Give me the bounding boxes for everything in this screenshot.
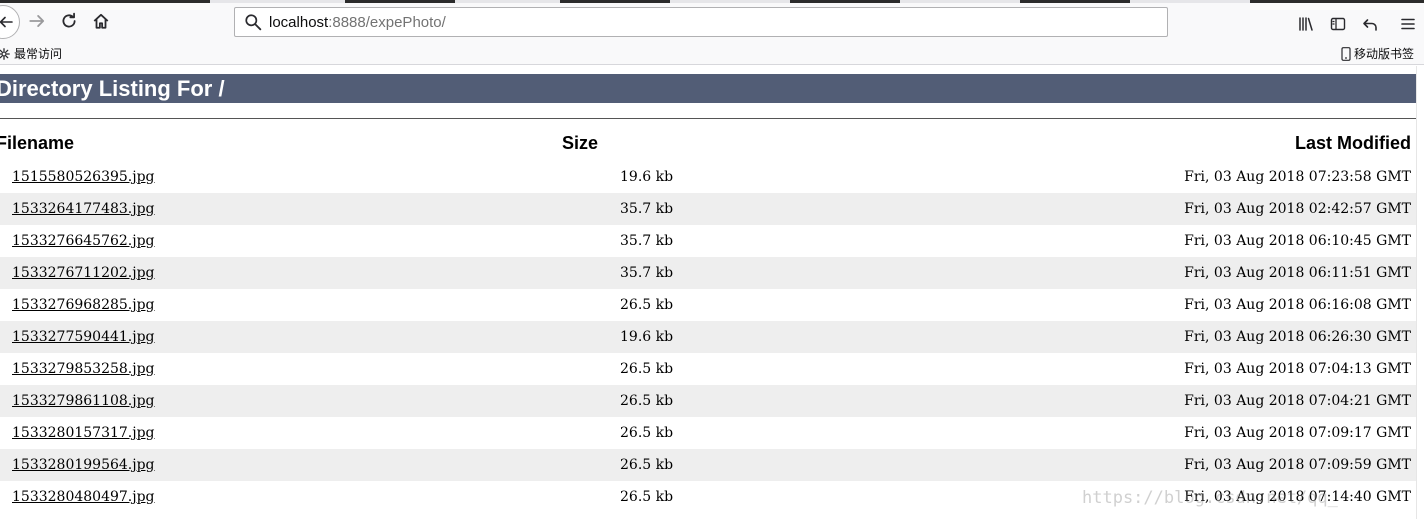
navigation-toolbar: localhost:8888/expePhoto/ [0,3,1424,41]
sidebar-button[interactable] [1326,12,1350,36]
menu-button[interactable] [1396,12,1420,36]
file-modified: Fri, 03 Aug 2018 06:10:45 GMT [1184,233,1411,249]
mobile-bookmarks[interactable]: 移动版书签 [1341,45,1414,62]
column-header-last-modified: Last Modified [1295,133,1411,153]
forward-arrow-icon [28,12,46,30]
table-row: 1533276645762.jpg 35.7 kb Fri, 03 Aug 20… [0,225,1416,257]
table-row: 1533280199564.jpg 26.5 kb Fri, 03 Aug 20… [0,449,1416,481]
column-header-filename: Filename [0,133,75,153]
back-arrow-icon [0,14,14,30]
file-size: 26.5 kb [620,425,674,441]
bookmark-most-visited[interactable]: 最常访问 [0,45,62,62]
file-link[interactable]: 1533276711202.jpg [12,265,155,281]
home-icon [92,12,110,30]
table-row: 1515580526395.jpg 19.6 kb Fri, 03 Aug 20… [0,161,1416,193]
table-row: 1533279853258.jpg 26.5 kb Fri, 03 Aug 20… [0,353,1416,385]
back-button[interactable] [0,5,20,39]
table-row: 1533264177483.jpg 35.7 kb Fri, 03 Aug 20… [0,193,1416,225]
file-link[interactable]: 1533280157317.jpg [12,425,155,441]
mobile-phone-icon [1341,46,1351,61]
file-modified: Fri, 03 Aug 2018 02:42:57 GMT [1184,201,1411,217]
undo-icon [1362,16,1378,32]
horizontal-rule [0,118,1416,119]
file-size: 35.7 kb [620,265,674,281]
gear-icon [0,47,10,60]
file-modified: Fri, 03 Aug 2018 06:11:51 GMT [1184,265,1411,281]
table-row: 1533280157317.jpg 26.5 kb Fri, 03 Aug 20… [0,417,1416,449]
forward-button[interactable] [24,8,50,34]
file-size: 26.5 kb [620,361,674,377]
file-list: 1515580526395.jpg 19.6 kb Fri, 03 Aug 20… [0,161,1416,513]
bookmarks-toolbar: 最常访问 移动版书签 [0,41,1424,65]
browser-window: localhost:8888/expePhoto/ 最常访问 移动版书签 Dir… [0,0,1424,519]
file-modified: Fri, 03 Aug 2018 07:14:40 GMT [1184,489,1411,505]
file-modified: Fri, 03 Aug 2018 07:09:59 GMT [1184,457,1411,473]
table-row: 1533277590441.jpg 19.6 kb Fri, 03 Aug 20… [0,321,1416,353]
file-modified: Fri, 03 Aug 2018 07:04:13 GMT [1184,361,1411,377]
file-modified: Fri, 03 Aug 2018 07:09:17 GMT [1184,425,1411,441]
url-text[interactable]: localhost:8888/expePhoto/ [269,14,446,31]
reload-icon [60,12,78,30]
file-link[interactable]: 1533277590441.jpg [12,329,155,345]
column-header-size: Size [562,133,599,153]
search-icon [244,13,262,31]
file-size: 26.5 kb [620,457,674,473]
hamburger-menu-icon [1400,16,1416,32]
file-size: 26.5 kb [620,489,674,505]
file-modified: Fri, 03 Aug 2018 06:16:08 GMT [1184,297,1411,313]
file-size: 26.5 kb [620,297,674,313]
bookmark-most-visited-label: 最常访问 [14,47,63,61]
url-host: localhost [269,13,329,31]
file-link[interactable]: 1515580526395.jpg [12,169,155,185]
home-button[interactable] [88,8,114,34]
table-row: 1533279861108.jpg 26.5 kb Fri, 03 Aug 20… [0,385,1416,417]
file-link[interactable]: 1533280199564.jpg [12,457,155,473]
file-size: 35.7 kb [620,233,674,249]
file-modified: Fri, 03 Aug 2018 06:26:30 GMT [1184,329,1411,345]
page-title: Directory Listing For / [0,74,1416,103]
table-row: 1533276968285.jpg 26.5 kb Fri, 03 Aug 20… [0,289,1416,321]
file-link[interactable]: 1533279853258.jpg [12,361,155,377]
table-row: 1533276711202.jpg 35.7 kb Fri, 03 Aug 20… [0,257,1416,289]
file-modified: Fri, 03 Aug 2018 07:04:21 GMT [1184,393,1411,409]
address-bar[interactable]: localhost:8888/expePhoto/ [234,7,1168,37]
file-link[interactable]: 1533276645762.jpg [12,233,155,249]
toolbar-right [1284,6,1424,44]
file-link[interactable]: 1533264177483.jpg [12,201,155,217]
file-link[interactable]: 1533279861108.jpg [12,393,155,409]
file-size: 19.6 kb [620,329,674,345]
sidebar-icon [1330,16,1346,32]
library-button[interactable] [1294,12,1318,36]
mobile-bookmarks-label: 移动版书签 [1353,47,1414,61]
file-link[interactable]: 1533280480497.jpg [12,489,155,505]
scrollbar[interactable] [1416,66,1424,519]
library-icon [1298,16,1314,32]
url-path: :8888/expePhoto/ [328,13,446,31]
file-size: 35.7 kb [620,201,674,217]
reload-button[interactable] [56,8,82,34]
file-modified: Fri, 03 Aug 2018 07:23:58 GMT [1184,169,1411,185]
file-link[interactable]: 1533276968285.jpg [12,297,155,313]
undo-button[interactable] [1358,12,1382,36]
page-content: Directory Listing For / Filename Size La… [0,66,1424,519]
file-size: 26.5 kb [620,393,674,409]
file-size: 19.6 kb [620,169,674,185]
table-row: 1533280480497.jpg 26.5 kb Fri, 03 Aug 20… [0,481,1416,513]
